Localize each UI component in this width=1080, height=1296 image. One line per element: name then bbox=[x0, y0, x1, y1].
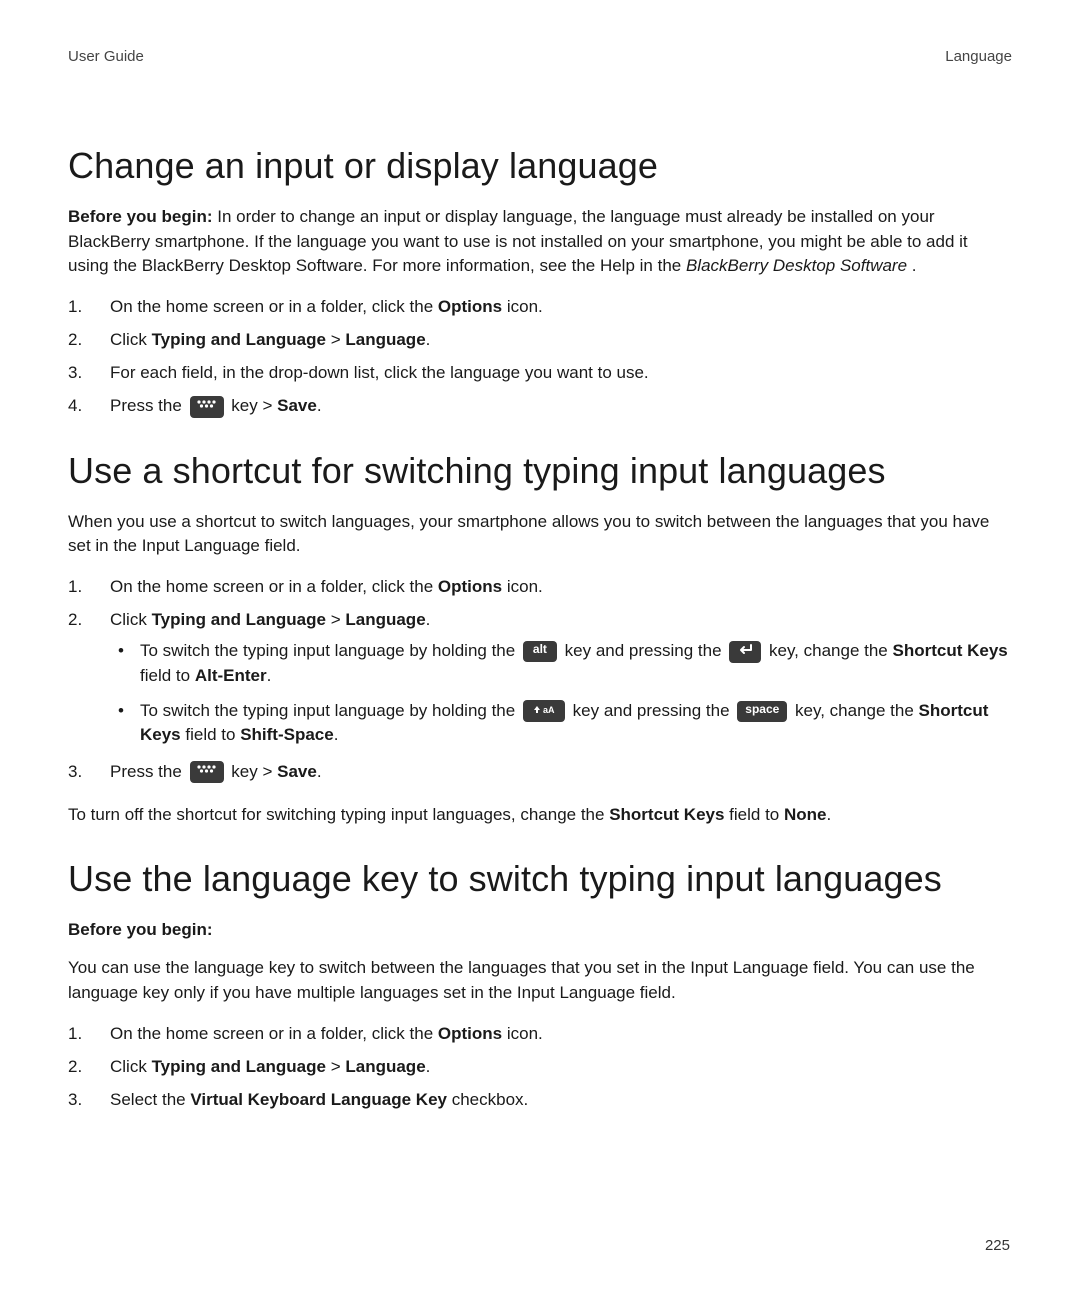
header-left: User Guide bbox=[68, 48, 144, 65]
section-1-heading: Change an input or display language bbox=[68, 145, 1012, 187]
sub-bullets: To switch the typing input language by h… bbox=[110, 639, 1012, 748]
section-2-steps: On the home screen or in a folder, click… bbox=[68, 573, 1012, 785]
section-1-steps: On the home screen or in a folder, click… bbox=[68, 293, 1012, 420]
section-2-intro: When you use a shortcut to switch langua… bbox=[68, 510, 1012, 559]
svg-text:aA: aA bbox=[543, 705, 555, 715]
list-item: On the home screen or in a folder, click… bbox=[68, 293, 1012, 320]
page-header: User Guide Language bbox=[68, 48, 1012, 65]
section-1-intro: Before you begin: In order to change an … bbox=[68, 205, 1012, 279]
space-key-icon: space bbox=[737, 701, 787, 722]
shift-key-icon: aA bbox=[523, 700, 565, 722]
header-right: Language bbox=[945, 48, 1012, 65]
menu-key-icon bbox=[190, 396, 224, 418]
alt-key-icon: alt bbox=[523, 641, 557, 662]
enter-key-icon bbox=[729, 641, 761, 663]
section-3-steps: On the home screen or in a folder, click… bbox=[68, 1020, 1012, 1114]
list-item: Press the key > Save. bbox=[68, 392, 1012, 419]
section-2-heading: Use a shortcut for switching typing inpu… bbox=[68, 450, 1012, 492]
list-item: To switch the typing input language by h… bbox=[110, 639, 1012, 688]
before-you-begin-label: Before you begin: bbox=[68, 207, 213, 226]
page-number: 225 bbox=[985, 1237, 1010, 1254]
list-item: Click Typing and Language > Language. bbox=[68, 1053, 1012, 1080]
list-item: On the home screen or in a folder, click… bbox=[68, 573, 1012, 600]
bb-desktop-software: BlackBerry Desktop Software bbox=[686, 256, 907, 275]
list-item: On the home screen or in a folder, click… bbox=[68, 1020, 1012, 1047]
list-item: Click Typing and Language > Language. To… bbox=[68, 606, 1012, 748]
list-item: For each field, in the drop-down list, c… bbox=[68, 359, 1012, 386]
section-3-heading: Use the language key to switch typing in… bbox=[68, 858, 1012, 900]
list-item: Select the Virtual Keyboard Language Key… bbox=[68, 1086, 1012, 1113]
document-page: User Guide Language Change an input or d… bbox=[0, 0, 1080, 1296]
list-item: Press the key > Save. bbox=[68, 758, 1012, 785]
list-item: Click Typing and Language > Language. bbox=[68, 326, 1012, 353]
before-you-begin-label: Before you begin: bbox=[68, 918, 1012, 943]
list-item: To switch the typing input language by h… bbox=[110, 699, 1012, 748]
menu-key-icon bbox=[190, 761, 224, 783]
section-2-footnote: To turn off the shortcut for switching t… bbox=[68, 803, 1012, 828]
section-3-intro: You can use the language key to switch b… bbox=[68, 956, 1012, 1005]
